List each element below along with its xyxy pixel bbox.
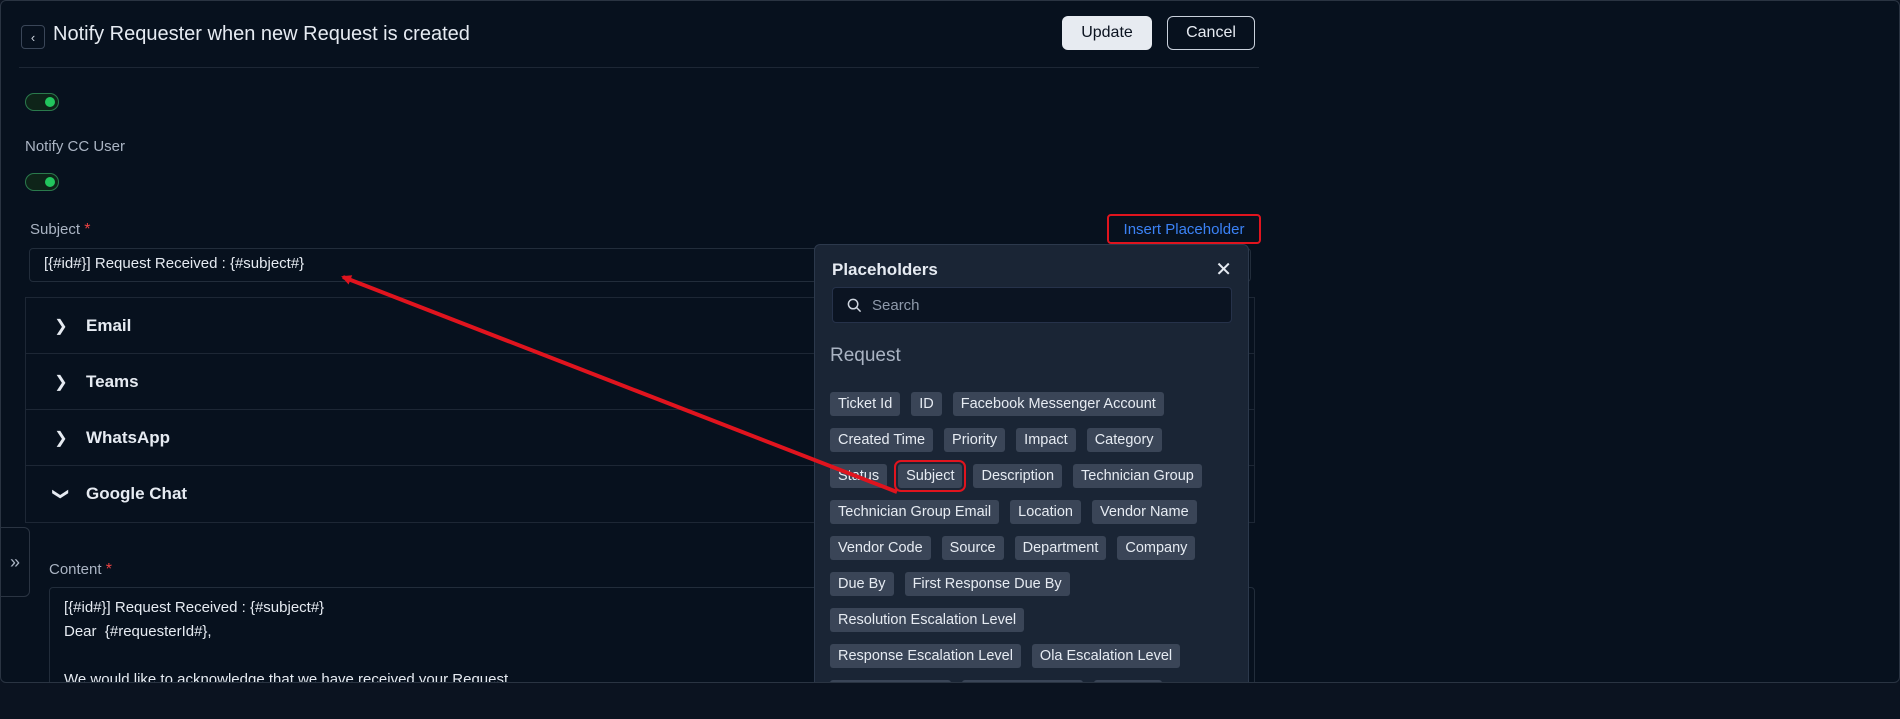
- chip-row: Created Time Priority Impact Category: [830, 428, 1242, 464]
- accordion-label: WhatsApp: [86, 427, 171, 447]
- placeholder-chip[interactable]: Technician Group Email: [830, 500, 1000, 524]
- subject-label: Subject *: [30, 221, 90, 239]
- placeholder-chip[interactable]: Facebook Messenger Account: [952, 392, 1164, 416]
- placeholder-search: [832, 287, 1232, 323]
- chevron-right-icon: ❯: [54, 373, 68, 391]
- section-heading: Request: [830, 345, 901, 366]
- chevron-left-icon: ‹: [30, 29, 36, 45]
- double-chevron-right-icon: »: [9, 551, 20, 572]
- placeholder-chip[interactable]: Ola Escalation Level: [1031, 644, 1181, 668]
- placeholder-chip[interactable]: Vendor Name: [1091, 500, 1197, 524]
- chip-row: Status Subject Description Technician Gr…: [830, 460, 1242, 500]
- toggle-knob: [45, 97, 55, 107]
- toggle-knob: [45, 177, 55, 187]
- accordion-label: Google Chat: [86, 484, 188, 503]
- notify-toggle[interactable]: [25, 93, 59, 111]
- insert-placeholder-link[interactable]: Insert Placeholder: [1107, 214, 1261, 244]
- placeholder-chip-list: Ticket Id ID Facebook Messenger Account …: [830, 392, 1242, 682]
- chevron-down-icon: ❯: [52, 487, 69, 501]
- placeholder-chip[interactable]: Resolution Escalation Level: [830, 608, 1025, 632]
- placeholder-chip[interactable]: Created Time: [830, 428, 934, 452]
- placeholder-chip[interactable]: Priority: [944, 428, 1006, 452]
- search-icon: [847, 298, 862, 312]
- placeholder-chip[interactable]: Source: [941, 536, 1004, 560]
- app-window: ‹ Notify Requester when new Request is c…: [0, 0, 1900, 683]
- chip-row: Due By First Response Due By: [830, 572, 1242, 608]
- update-button[interactable]: Update: [1062, 16, 1152, 50]
- placeholder-chip[interactable]: First Response Due By: [904, 572, 1070, 596]
- popup-title: Placeholders: [832, 260, 938, 279]
- placeholder-chip[interactable]: Status: [830, 464, 888, 488]
- notify-cc-label: Notify CC User: [25, 138, 126, 155]
- cancel-button[interactable]: Cancel: [1167, 16, 1255, 50]
- placeholder-chip[interactable]: Impact: [1016, 428, 1076, 452]
- placeholder-chip[interactable]: Technician Group: [1073, 464, 1202, 488]
- subject-label-text: Subject: [30, 221, 81, 238]
- placeholder-chip[interactable]: Due By: [830, 572, 894, 596]
- back-button[interactable]: ‹: [21, 25, 45, 49]
- page-bottom-band: [0, 683, 1900, 719]
- placeholder-chip-subject[interactable]: Subject: [894, 460, 967, 492]
- placeholder-chip[interactable]: Company: [1117, 536, 1196, 560]
- accordion-label: Teams: [86, 371, 139, 391]
- placeholder-chip[interactable]: Department: [1014, 536, 1107, 560]
- chip-row: Vendor Code Source Department Company: [830, 536, 1242, 572]
- close-icon[interactable]: ✕: [1215, 257, 1232, 282]
- placeholder-chip[interactable]: Vendor Code: [830, 536, 931, 560]
- chevron-right-icon: ❯: [54, 317, 68, 335]
- content-label: Content *: [49, 561, 112, 579]
- chip-row: Ticket Id ID Facebook Messenger Account: [830, 392, 1242, 428]
- chip-row: Resolution Escalation Level: [830, 608, 1242, 644]
- placeholder-chip[interactable]: Response Escalation Level: [830, 644, 1021, 668]
- placeholder-chip[interactable]: Description: [973, 464, 1063, 488]
- notify-cc-toggle[interactable]: [25, 173, 59, 191]
- required-mark: *: [84, 221, 91, 238]
- required-mark: *: [105, 561, 112, 578]
- content-label-text: Content: [49, 561, 102, 578]
- page-title: Notify Requester when new Request is cre…: [53, 23, 470, 45]
- placeholder-chip[interactable]: ID: [911, 392, 942, 416]
- page-header: ‹ Notify Requester when new Request is c…: [19, 15, 1259, 68]
- chip-row: Response Escalation Level Ola Escalation…: [830, 644, 1242, 680]
- placeholder-chip[interactable]: Ticket Id: [830, 392, 901, 416]
- accordion-label: Email: [86, 315, 132, 335]
- chevron-right-icon: ❯: [54, 429, 68, 447]
- placeholder-chip[interactable]: Location: [1010, 500, 1081, 524]
- placeholder-chip[interactable]: Category: [1086, 428, 1162, 452]
- search-input[interactable]: [870, 295, 1214, 315]
- placeholders-popup: Placeholders ✕ Request Ticket Id ID Face…: [814, 244, 1249, 682]
- sidebar-expand-button[interactable]: »: [1, 527, 30, 597]
- chip-row: Technician Group Email Location Vendor N…: [830, 500, 1242, 536]
